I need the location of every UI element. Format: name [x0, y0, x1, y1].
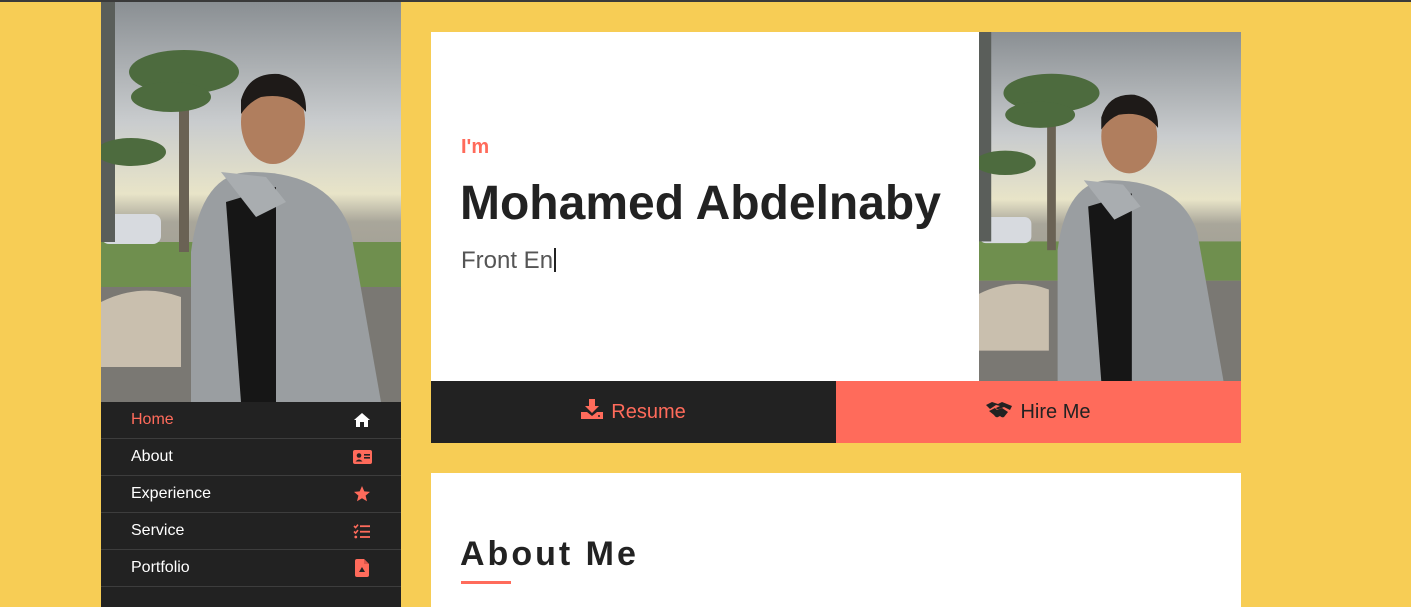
- sidebar-nav: Home About Experience Service Portfolio: [101, 402, 401, 587]
- id-card-icon: [352, 447, 372, 467]
- sidebar-item-service[interactable]: Service: [101, 513, 401, 550]
- typing-cursor: [554, 248, 557, 272]
- resume-button[interactable]: Resume: [431, 381, 836, 443]
- sidebar-item-label: About: [131, 448, 173, 465]
- hero-role: Front En: [461, 247, 557, 275]
- about-card: About Me: [431, 473, 1241, 607]
- typed-role-text: Front En: [461, 247, 554, 274]
- list-check-icon: [352, 521, 372, 541]
- star-icon: [352, 484, 372, 504]
- title-underline: [461, 581, 511, 584]
- sidebar-item-experience[interactable]: Experience: [101, 476, 401, 513]
- about-title: About Me: [460, 535, 639, 573]
- sidebar-item-portfolio[interactable]: Portfolio: [101, 550, 401, 587]
- profile-photo: [101, 2, 401, 402]
- sidebar-item-label: Home: [131, 411, 174, 428]
- hire-me-button[interactable]: Hire Me: [836, 381, 1241, 443]
- download-icon: [581, 399, 604, 425]
- hero-photo: [979, 32, 1241, 381]
- file-icon: [352, 558, 372, 578]
- hire-me-button-label: Hire Me: [1020, 400, 1091, 423]
- sidebar-item-label: Experience: [131, 485, 212, 502]
- hero-name: Mohamed Abdelnaby: [460, 177, 941, 230]
- sidebar-item-about[interactable]: About: [101, 439, 401, 476]
- resume-button-label: Resume: [611, 400, 686, 423]
- sidebar-item-home[interactable]: Home: [101, 402, 401, 439]
- sidebar: Home About Experience Service Portfolio: [101, 2, 401, 607]
- home-icon: [352, 410, 372, 430]
- sidebar-item-label: Portfolio: [131, 559, 190, 576]
- hero-card: I'm Mohamed Abdelnaby Front En: [431, 32, 1241, 381]
- hero-greeting: I'm: [461, 136, 490, 158]
- sidebar-item-label: Service: [131, 522, 185, 539]
- handshake-icon: [986, 400, 1013, 424]
